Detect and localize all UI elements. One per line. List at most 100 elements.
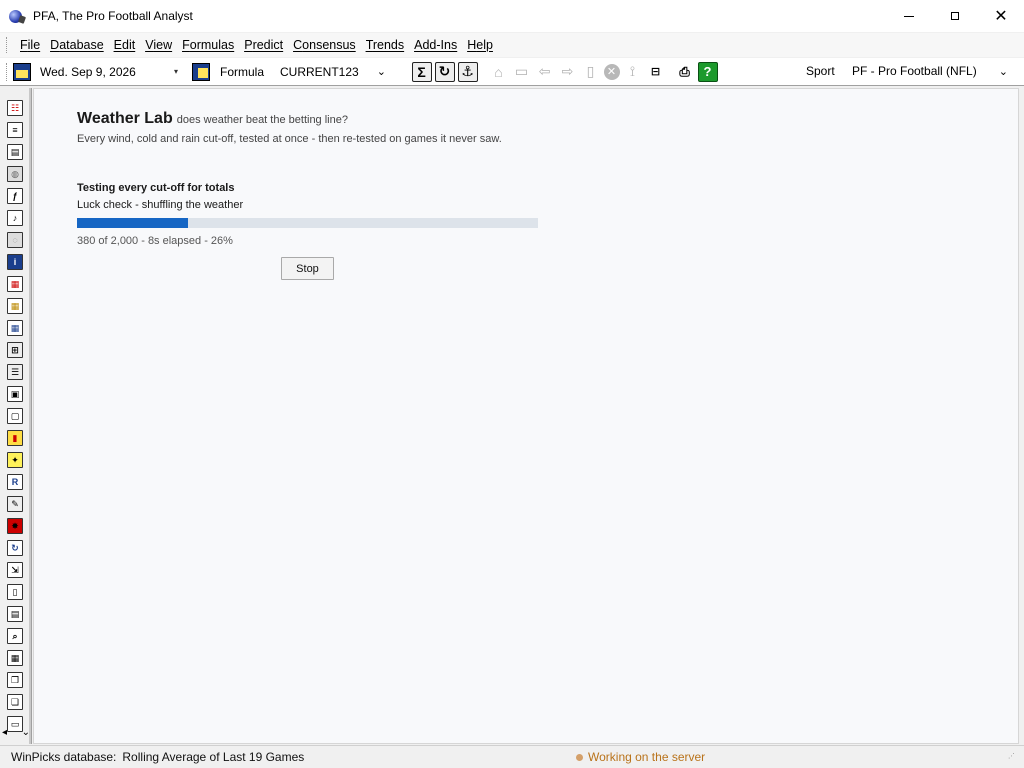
stack-icon[interactable]: ❐ [7, 672, 23, 688]
page-icon[interactable]: ▯ [7, 584, 23, 600]
chevron-down-icon: ⌄ [998, 65, 1008, 78]
resize-grip-icon[interactable]: ⋰ [1008, 752, 1018, 762]
globe-icon[interactable]: ◍ [7, 166, 23, 182]
help-icon[interactable]: ? [697, 61, 718, 82]
database-label: WinPicks database: [11, 750, 117, 764]
toolbar-grip[interactable] [6, 62, 9, 81]
list-icon[interactable]: ≡ [7, 122, 23, 138]
formula-select[interactable]: CURRENT123 ⌄ [280, 61, 390, 83]
section-heading: Testing every cut-off for totals [77, 182, 235, 194]
menu-bar: File Database Edit View Formulas Predict… [0, 33, 1024, 57]
maximize-button[interactable] [932, 0, 978, 32]
document-icon[interactable]: ▤ [7, 144, 23, 160]
copy-page-icon[interactable]: ▤ [7, 606, 23, 622]
calculator-icon[interactable]: ▦ [7, 650, 23, 666]
settings-list-icon[interactable]: ⊞ [7, 342, 23, 358]
status-dot-icon [576, 753, 583, 761]
back-icon[interactable]: ⇦ [535, 62, 555, 82]
info-icon[interactable]: i [7, 254, 23, 270]
matchup-grid-icon[interactable]: ☷ [7, 100, 23, 116]
minimize-icon [904, 15, 914, 17]
page-title: Weather Lab does weather beat the betting… [77, 110, 348, 128]
edit-icon[interactable]: ✎ [7, 496, 23, 512]
window-icon[interactable]: ▣ [7, 386, 23, 402]
date-field[interactable]: Wed. Sep 9, 2026 [40, 62, 170, 82]
menu-view[interactable]: View [140, 34, 177, 56]
sport-select[interactable]: PF - Pro Football (NFL) ⌄ [848, 60, 1012, 82]
menu-predict[interactable]: Predict [239, 34, 288, 56]
page-description: Every wind, cold and rain cut-off, teste… [77, 133, 502, 145]
left-toolbar: ☷ ≡ ▤ ◍ ƒ ♪ ◌ i ▦ ▦ ▦ ⊞ ☰ ▣ ▢ ▮ ✦ R ✎ ✸ ↻ ⇲ ▯ ▤ ⌕ ▦ ❐ ❏ ▭ ◂ ⌄ [0, 88, 32, 744]
sum-icon[interactable]: Σ [411, 61, 432, 82]
menu-file[interactable]: File [15, 34, 45, 56]
panel-icon[interactable]: ▢ [7, 408, 23, 424]
window-controls: ✕ [886, 0, 1024, 32]
chevron-down-icon: ⌄ [376, 66, 387, 78]
table-red-icon[interactable]: ▦ [7, 276, 23, 292]
notes-icon[interactable]: ⊟ [646, 62, 666, 82]
menu-grip[interactable] [6, 37, 9, 53]
menu-trends[interactable]: Trends [361, 34, 409, 56]
weather-lab-panel: Weather Lab does weather beat the betting… [33, 88, 1019, 744]
scroll-left-icon[interactable]: ◂ [2, 727, 7, 738]
progress-stats: 380 of 2,000 - 8s elapsed - 26% [77, 235, 233, 247]
progress-bar [77, 218, 538, 228]
status-bar: WinPicks database: Rolling Average of La… [0, 745, 1024, 768]
database-value: Rolling Average of Last 19 Games [122, 750, 305, 764]
title-bar: PFA, The Pro Football Analyst ✕ [0, 0, 1024, 32]
magnifier-icon[interactable]: ⌕ [7, 628, 23, 644]
move-icon[interactable]: ⇲ [7, 562, 23, 578]
progress-step: Luck check - shuffling the weather [77, 199, 244, 211]
run-icon[interactable]: ⟟ [623, 62, 643, 82]
print-icon[interactable]: ⎙ [675, 62, 695, 82]
progress-fill [77, 218, 188, 228]
checklist-icon[interactable]: ☰ [7, 364, 23, 380]
open-folder-icon[interactable]: ▭ [512, 62, 532, 82]
right-edge [1019, 88, 1024, 744]
anchor-icon[interactable]: ⚓ [457, 61, 478, 82]
calendar-icon[interactable] [13, 62, 31, 81]
menu-help[interactable]: Help [462, 34, 498, 56]
formula-label: Formula [220, 64, 265, 79]
app-icon [9, 8, 27, 24]
close-icon: ✕ [994, 8, 1008, 25]
toolbar: Wed. Sep 9, 2026 ▾ Formula CURRENT123 ⌄ … [0, 58, 1024, 86]
home-icon[interactable]: ⌂ [489, 62, 509, 82]
table-yellow-icon[interactable]: ▦ [7, 298, 23, 314]
ratings-icon[interactable]: R [7, 474, 23, 490]
formula-picker-icon[interactable] [192, 62, 210, 81]
menu-consensus[interactable]: Consensus [288, 34, 361, 56]
stop-circle-icon[interactable]: ✕ [603, 63, 620, 80]
forward-icon[interactable]: ⇨ [558, 62, 578, 82]
title-text: Weather Lab [77, 110, 173, 127]
window-title: PFA, The Pro Football Analyst [33, 9, 193, 23]
music-note-icon[interactable]: ♪ [7, 210, 23, 226]
maximize-icon [951, 12, 959, 20]
left-toolbar-scroll: ◂ ⌄ [2, 725, 30, 739]
table-blue-icon[interactable]: ▦ [7, 320, 23, 336]
server-status-text: Working on the server [588, 750, 706, 764]
close-button[interactable]: ✕ [978, 0, 1024, 32]
target-icon[interactable]: ✸ [7, 518, 23, 534]
lightbulb-icon[interactable]: ✦ [7, 452, 23, 468]
menu-formulas[interactable]: Formulas [177, 34, 239, 56]
page-subtitle: does weather beat the betting line? [176, 114, 348, 126]
stop-button[interactable]: Stop [281, 257, 334, 280]
cycle-icon[interactable]: ↻ [7, 540, 23, 556]
left-splitter[interactable] [29, 88, 31, 744]
formula-fx-icon[interactable]: ƒ [7, 188, 23, 204]
duplicate-icon[interactable]: ❏ [7, 694, 23, 710]
world-icon[interactable]: ◌ [7, 232, 23, 248]
sport-value: PF - Pro Football (NFL) [852, 64, 977, 78]
server-status: Working on the server [576, 750, 705, 764]
date-dropdown-button[interactable]: ▾ [170, 62, 182, 82]
books-icon[interactable]: ▮ [7, 430, 23, 446]
refresh-icon[interactable]: ↻ [434, 61, 455, 82]
minimize-button[interactable] [886, 0, 932, 32]
menu-edit[interactable]: Edit [109, 34, 141, 56]
menu-add-ins[interactable]: Add-Ins [409, 34, 462, 56]
copy-icon[interactable]: ▯ [581, 62, 601, 82]
sport-label: Sport [806, 64, 835, 78]
menu-database[interactable]: Database [45, 34, 109, 56]
formula-value: CURRENT123 [280, 64, 359, 79]
